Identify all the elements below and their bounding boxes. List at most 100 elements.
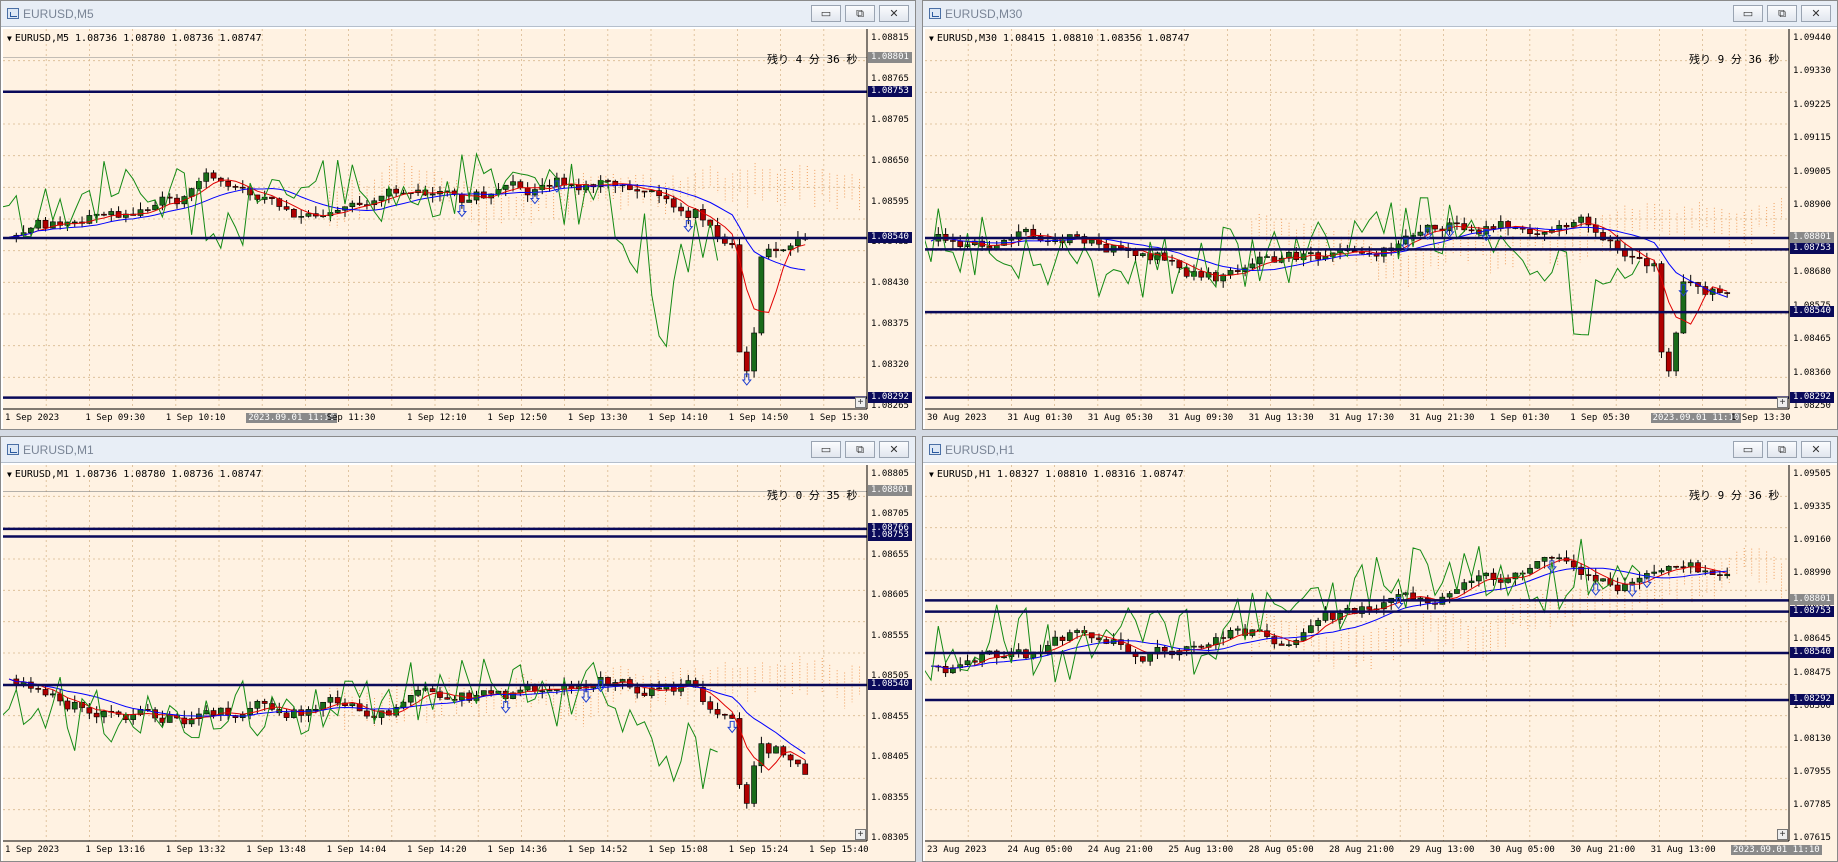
level-price-tag: 1.08540 [868,678,912,690]
restore-button[interactable]: ⧉ [845,5,875,22]
close-button[interactable]: ✕ [879,5,909,22]
chart-shift-icon[interactable]: + [855,397,866,408]
candle-body [1563,224,1570,228]
candle-body [1578,216,1584,223]
price-chart[interactable]: ▼ EURUSD,M30 1.08415 1.08810 1.08356 1.08… [925,29,1837,429]
collapse-triangle-icon[interactable]: ▼ [7,34,12,43]
candle-body [780,746,787,756]
time-axis-label: 30 Aug 05:00 [1489,845,1555,855]
candle-body [1074,234,1080,237]
time-axis-label: 1 Sep 09:30 [85,413,145,423]
level-price-tag: 1.08801 [868,485,912,497]
price-axis-label: 1.09335 [1793,502,1831,513]
candle-body [510,181,516,186]
restore-button[interactable]: ⧉ [845,441,875,458]
candle-body [466,199,473,203]
chart-window-m30[interactable]: EURUSD,M30 ▭ ⧉ ✕ ▼ EURUSD,M30 1.08415 1.08810… [922,0,1838,430]
price-axis-label: 1.08990 [1793,568,1831,579]
price-axis-label: 1.09440 [1793,33,1831,43]
window-title: EURUSD,M5 [23,7,94,21]
minimize-button[interactable]: ▭ [1733,441,1763,458]
signal-arrows [456,180,752,386]
ichimoku-cloud [1251,198,1783,288]
kijun-sen-line [8,184,806,271]
symbol-ohlc-text: EURUSD,M30 1.08415 1.08810 1.08356 1.087… [936,33,1190,44]
price-axis-label: 1.08705 [871,114,909,125]
candle-body [751,332,757,372]
chart-shift-icon[interactable]: + [1777,829,1788,840]
candle-body [459,194,465,203]
candle-body [1497,221,1504,229]
time-axis-label: 1 Sep 05:30 [1570,413,1630,423]
window-titlebar[interactable]: EURUSD,H1 ▭ ⧉ ✕ [923,437,1837,463]
minimize-button[interactable]: ▭ [811,441,841,458]
candle-body [758,743,765,767]
price-chart[interactable]: ▼ EURUSD,M1 1.08736 1.08780 1.08736 1.087… [3,465,915,861]
chart-window-icon [929,444,941,455]
collapse-triangle-icon[interactable]: ▼ [929,34,934,43]
time-axis-label: 1 Sep 15:08 [648,845,708,855]
window-titlebar[interactable]: EURUSD,M1 ▭ ⧉ ✕ [1,437,915,463]
candle-body [1549,556,1555,559]
close-icon: ✕ [1811,443,1821,456]
collapse-triangle-icon[interactable]: ▼ [7,470,12,479]
candle-body [1139,253,1146,256]
symbol-ohlc-line: ▼ EURUSD,H1 1.08327 1.08810 1.08316 1.087… [929,469,1184,480]
minimize-button[interactable]: ▭ [1733,5,1763,22]
candle-body [605,180,611,182]
chart-shift-icon[interactable]: + [855,829,866,840]
candle-body [232,186,239,188]
candle-body [802,763,809,775]
candle-body [298,216,305,218]
time-axis-label: 1 Sep 14:04 [326,845,387,855]
time-axis-label: 30 Aug 21:00 [1570,845,1636,855]
chart-shift-icon[interactable]: + [1777,397,1788,408]
price-axis-label: 1.08705 [871,509,909,520]
candle-body [1534,561,1541,569]
candle-body [1483,572,1490,577]
candle-body [1191,645,1197,648]
candle-body [1432,224,1438,230]
time-axis-label: 23 Aug 2023 [927,845,987,855]
candle-body [305,213,312,217]
chart-window-m1[interactable]: EURUSD,M1 ▭ ⧉ ✕ ▼ EURUSD,M1 1.08736 1.08780 1… [0,436,916,862]
close-button[interactable]: ✕ [1801,5,1831,22]
minimize-button[interactable]: ▭ [811,5,841,22]
candle-body [334,209,341,213]
window-titlebar[interactable]: EURUSD,M30 ▭ ⧉ ✕ [923,1,1837,27]
price-axis-label: 1.08900 [1793,200,1831,211]
candle-body [444,697,451,700]
chikou-span-line [925,197,1641,336]
restore-button[interactable]: ⧉ [1767,5,1797,22]
chart-window-m5[interactable]: EURUSD,M5 ▭ ⧉ ✕ ▼ EURUSD,M5 1.08736 1.08780 1… [0,0,916,430]
candle-body [502,184,509,190]
candle-body [1169,259,1175,262]
candlestick-plot [3,465,868,842]
restore-button[interactable]: ⧉ [1767,441,1797,458]
candle-body [1556,557,1563,560]
close-icon: ✕ [889,7,899,20]
close-button[interactable]: ✕ [1801,441,1831,458]
collapse-triangle-icon[interactable]: ▼ [929,470,934,479]
candle-body [1468,229,1475,232]
price-chart[interactable]: ▼ EURUSD,H1 1.08327 1.08810 1.08316 1.087… [925,465,1837,861]
time-axis-label: 1 Sep 14:50 [728,413,789,423]
window-titlebar[interactable]: EURUSD,M5 ▭ ⧉ ✕ [1,1,915,27]
candle-body [546,689,553,692]
candle-body [729,243,736,246]
price-chart[interactable]: ▼ EURUSD,M5 1.08736 1.08780 1.08736 1.087… [3,29,915,429]
bar-remaining-time: 残り 9 分 36 秒 [1689,53,1780,66]
level-price-tag: 1.08801 [868,51,912,63]
candle-body [634,189,641,192]
candle-body [349,703,356,706]
candle-body [1570,560,1577,568]
time-axis-label: 1 Sep 14:52 [567,845,628,855]
candle-body [714,225,721,238]
candle-body [1417,231,1424,236]
chart-window-h1[interactable]: EURUSD,H1 ▭ ⧉ ✕ ▼ EURUSD,H1 1.08327 1.08810 1… [922,436,1838,862]
close-button[interactable]: ✕ [879,441,909,458]
candle-body [957,241,964,247]
candlestick-plot [925,465,1790,842]
candle-body [1052,636,1059,646]
candle-body [1088,239,1095,244]
